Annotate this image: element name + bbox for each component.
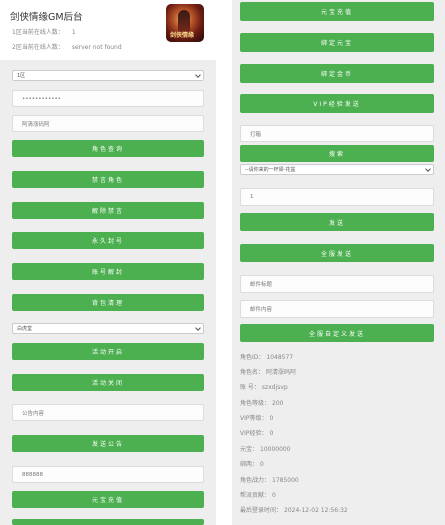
mail-title-placeholder: 邮件标题 (250, 282, 273, 288)
role-info-value: 200 (272, 400, 284, 407)
server2-label: 2区当前在线人数： (12, 44, 64, 51)
search-button[interactable]: 搜索 (240, 145, 434, 162)
role-name-input[interactable]: 阿清涨码阿 (12, 115, 204, 132)
chevron-down-icon (195, 324, 201, 331)
vip-exp-button[interactable]: VIP经验发送 (240, 94, 434, 113)
page-title: 剑侠情缘GM后台 (10, 12, 83, 23)
send-notice-button[interactable]: 发送公告 (12, 435, 204, 452)
role-info-label: 绑两： (240, 461, 259, 468)
mail-title-input[interactable]: 邮件标题 (240, 275, 434, 293)
role-info-vip-exp: VIP经验： 0 (240, 428, 273, 437)
password-input[interactable]: •••••••••••• (12, 90, 204, 107)
role-info-label: 角色战力： (240, 477, 271, 484)
logo-text: 剑侠情缘 (170, 32, 195, 39)
server1-label: 1区当前在线人数： (12, 29, 64, 36)
quantity-value: 1 (250, 194, 254, 200)
item-search-input[interactable]: 打箱 (240, 125, 434, 142)
send-all-button[interactable]: 全服发送 (240, 244, 434, 262)
chevron-down-icon (195, 71, 201, 78)
role-info-level: 角色等级： 200 (240, 398, 283, 407)
activity-close-button[interactable]: 活动关闭 (12, 374, 204, 391)
server-select-value: 1区 (17, 73, 26, 79)
role-info-bound: 绑两： 0 (240, 459, 264, 468)
role-info-value: szxdjsvp (261, 384, 288, 391)
role-info-id: 角色ID： 1048577 (240, 352, 293, 361)
role-info-vip-level: VIP等级： 0 (240, 413, 273, 422)
role-info-value: 0 (269, 415, 274, 422)
role-info-name: 角色名： 阿清涨码阿 (240, 367, 296, 376)
role-info-value: 2024-12-02 12:56:32 (284, 507, 348, 514)
password-value: •••••••••••• (22, 95, 61, 102)
activity-select[interactable]: 白虎堂 (12, 323, 204, 334)
role-info-value: 阿清涨码阿 (266, 369, 297, 376)
role-info-guild: 帮派贡献： 0 (240, 490, 276, 499)
role-info-label: 最后登录时间： (240, 507, 283, 514)
role-info-value: 0 (269, 430, 274, 437)
query-role-button[interactable]: 角色查询 (12, 140, 204, 157)
amount-value: 888888 (22, 471, 43, 478)
role-info-value: 0 (260, 461, 264, 468)
chevron-down-icon (425, 165, 431, 172)
bound-yuanbao-button[interactable]: 绑定元宝 (240, 33, 434, 52)
quantity-input[interactable]: 1 (240, 188, 434, 206)
unban-account-button[interactable]: 账号解封 (12, 263, 204, 280)
role-info-label: 账 号： (240, 384, 260, 391)
item-select[interactable]: --请你来的一杯梁-花盆 (240, 164, 434, 175)
item-select-value: --请你来的一杯梁-花盆 (245, 167, 296, 173)
send-button[interactable]: 发送 (240, 213, 434, 231)
recharge-button[interactable]: 元宝充值 (12, 491, 204, 508)
yuanbao-button[interactable]: 元宝充值 (240, 2, 434, 21)
role-info-label: 帮派贡献： (240, 492, 271, 499)
game-logo: 剑侠情缘 (166, 4, 204, 42)
server1-online: 1区当前在线人数： 1 (12, 27, 76, 36)
role-info-value: 10000000 (260, 446, 291, 453)
clear-bag-button[interactable]: 背包清理 (12, 294, 204, 311)
role-info-account: 账 号： szxdjsvp (240, 382, 288, 391)
role-info-last-login: 最后登录时间： 2024-12-02 12:56:32 (240, 505, 348, 514)
server1-value: 1 (71, 29, 76, 36)
item-search-placeholder: 打箱 (250, 131, 262, 138)
mail-content-placeholder: 邮件内容 (250, 307, 273, 313)
server2-online: 2区当前在线人数： server not found (12, 42, 122, 51)
role-info-value: 0 (272, 492, 276, 499)
role-info-value: 1048577 (266, 354, 294, 361)
send-custom-button[interactable]: 全服自定义发送 (240, 324, 434, 342)
role-info-label: VIP等级： (240, 415, 268, 422)
permaban-button[interactable]: 永久封号 (12, 232, 204, 249)
bound-gold-button[interactable]: 绑定金币 (240, 64, 434, 83)
unban-button[interactable]: 解除禁言 (12, 202, 204, 219)
mail-content-input[interactable]: 邮件内容 (240, 300, 434, 318)
header: 剑侠情缘GM后台 1区当前在线人数： 1 2区当前在线人数： server not … (0, 0, 216, 60)
role-info-label: 角色ID： (240, 354, 265, 361)
role-info-label: 角色名： (240, 369, 265, 376)
activity-select-value: 白虎堂 (17, 326, 33, 332)
ban-role-button[interactable]: 禁言角色 (12, 171, 204, 188)
notice-placeholder: 公告内容 (22, 410, 45, 417)
role-info-label: 元宝： (240, 446, 259, 453)
role-info-label: VIP经验： (240, 430, 268, 437)
server2-value: server not found (71, 44, 122, 51)
role-info-yuanbao: 元宝： 10000000 (240, 444, 291, 453)
role-info-value: 1785000 (272, 477, 299, 484)
activity-start-button[interactable]: 活动开启 (12, 343, 204, 360)
role-info-power: 角色战力： 1785000 (240, 475, 299, 484)
amount-input[interactable]: 888888 (12, 466, 204, 483)
notice-input[interactable]: 公告内容 (12, 404, 204, 421)
role-info-label: 角色等级： (240, 400, 271, 407)
role-name-value: 阿清涨码阿 (22, 121, 50, 128)
next-button-partial[interactable] (12, 519, 204, 525)
server-select[interactable]: 1区 (12, 70, 204, 81)
